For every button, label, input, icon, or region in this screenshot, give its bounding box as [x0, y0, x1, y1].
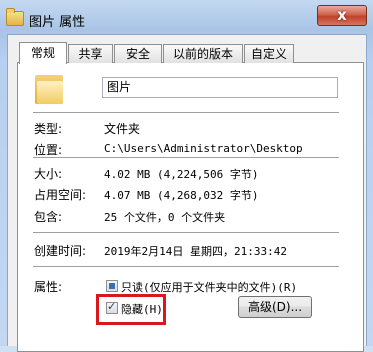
readonly-checkbox[interactable]: [106, 280, 118, 292]
created-value: 2019年2月14日 星期四，21:33:42: [104, 245, 287, 258]
close-button[interactable]: x: [317, 5, 367, 26]
readonly-label[interactable]: 只读(仅应用于文件夹中的文件)(R): [121, 279, 297, 295]
window-title: 图片 属性: [29, 15, 86, 30]
size-value: 4.02 MB (4,224,506 字节): [104, 168, 259, 181]
type-value: 文件夹: [104, 122, 141, 136]
disk-size-label: 占用空间:: [34, 188, 87, 202]
created-label: 创建时间:: [34, 244, 87, 258]
advanced-button[interactable]: 高级(D)...: [238, 296, 312, 318]
divider: [33, 157, 339, 159]
location-value: C:\Users\Administrator\Desktop: [104, 142, 303, 155]
location-label: 位置:: [34, 143, 63, 157]
type-label: 类型:: [34, 122, 63, 136]
folder-icon: [6, 8, 24, 26]
size-label: 大小:: [34, 167, 63, 181]
tab-previous-versions[interactable]: 以前的版本: [163, 44, 243, 63]
contains-label: 包含:: [34, 210, 63, 224]
title-bar[interactable]: 图片 属性 x: [0, 0, 373, 36]
disk-size-value: 4.07 MB (4,268,032 字节): [104, 189, 259, 202]
divider: [33, 266, 339, 268]
contains-value: 25 个文件，0 个文件夹: [104, 211, 226, 224]
tab-general[interactable]: 常规: [19, 42, 67, 64]
properties-window: 图片 属性 x 常规 共享 安全 以前的版本 自定义 图片 类型: 文件夹 位置…: [0, 0, 373, 352]
folder-icon: [35, 72, 63, 104]
highlight-annotation: [96, 294, 166, 325]
tab-security[interactable]: 安全: [114, 44, 162, 63]
divider: [33, 112, 339, 114]
tab-sharing[interactable]: 共享: [68, 44, 113, 63]
divider: [33, 232, 339, 234]
folder-name-input[interactable]: 图片: [102, 77, 338, 98]
tab-customize[interactable]: 自定义: [244, 44, 294, 63]
attributes-label: 属性:: [34, 280, 63, 294]
